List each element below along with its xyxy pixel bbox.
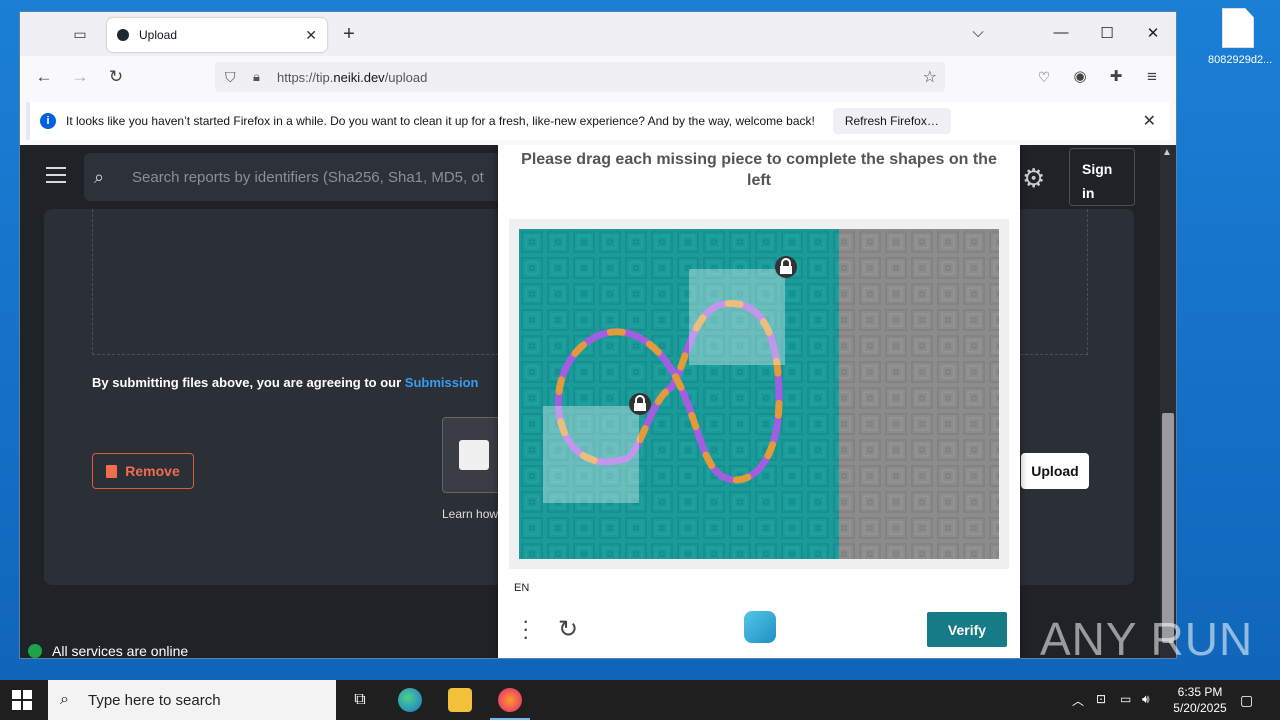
captcha-frame (509, 219, 1009, 569)
gear-icon[interactable]: ⚙ (1022, 163, 1045, 194)
verify-button[interactable]: Verify (927, 612, 1007, 647)
video-thumbnail[interactable] (442, 417, 502, 493)
language-selector[interactable]: EN (514, 582, 529, 594)
hamburger-menu-icon[interactable] (46, 167, 66, 188)
submission-link[interactable]: Submission (405, 375, 479, 390)
forward-icon[interactable]: → (69, 66, 91, 88)
captcha-puzzle-image[interactable] (519, 229, 999, 559)
new-tab-icon[interactable]: + (339, 23, 359, 45)
puzzle-teal-area (519, 229, 839, 559)
back-icon[interactable]: ← (33, 66, 55, 88)
tab-list-icon[interactable]: ▭ (70, 24, 90, 44)
page-scrollbar[interactable]: ▲ (1160, 145, 1176, 658)
close-notification-icon[interactable]: ✕ (1143, 111, 1156, 131)
watermark: ANY RUN (1040, 613, 1254, 665)
puzzle-gray-area (839, 229, 999, 559)
desktop-file[interactable]: 8082929d2... (1208, 8, 1273, 66)
taskbar-search-input[interactable]: ⌕ Type here to search (48, 680, 336, 720)
browser-window: ▭ Upload ✕ + ⌵ — ☐ ✕ ← → ↻ ⛉ 🔒︎ https://… (20, 12, 1176, 658)
task-view-icon[interactable]: ⧉ (348, 688, 372, 712)
taskbar: ⌕ Type here to search ⧉ ︿ ⊡ ▭ 🔊︎ 6:35 PM… (0, 680, 1280, 720)
file-explorer-icon[interactable] (448, 688, 472, 712)
upload-button[interactable]: Upload (1021, 453, 1089, 489)
report-search-input[interactable]: ⌕ Search reports by identifiers (Sha256,… (84, 153, 524, 201)
lock-icon[interactable]: 🔒︎ (253, 69, 267, 85)
notifications-icon[interactable]: ▢ (1240, 692, 1253, 709)
info-icon: i (40, 113, 56, 129)
missing-piece-slot-1 (689, 269, 785, 365)
terms-text: By submitting files above, you are agree… (92, 375, 479, 390)
shield-icon[interactable]: ⛉ (225, 69, 241, 86)
close-window-icon[interactable]: ✕ (1143, 24, 1163, 44)
desktop-file-label: 8082929d2... (1208, 54, 1273, 66)
extensions-icon[interactable]: ✚ (1105, 66, 1127, 88)
volume-icon[interactable]: 🔊︎ (1142, 692, 1150, 707)
network-icon[interactable]: ▭ (1120, 692, 1131, 706)
url-text[interactable]: https://tip.neiki.dev/upload (277, 70, 427, 85)
show-hidden-icons-icon[interactable]: ︿ (1072, 692, 1084, 709)
menu-icon[interactable]: ≡ (1141, 66, 1163, 88)
search-icon: ⌕ (60, 691, 69, 708)
tab-title: Upload (139, 28, 178, 42)
status-ok-icon (28, 644, 42, 658)
scrollbar-thumb[interactable] (1162, 413, 1174, 643)
network-status-icon[interactable]: ⊡ (1096, 692, 1106, 706)
tab-dropdown-icon[interactable]: ⌵ (968, 24, 988, 44)
more-options-icon[interactable]: · · · (522, 610, 529, 648)
maximize-icon[interactable]: ☐ (1097, 24, 1117, 44)
lock-icon (775, 256, 797, 278)
missing-piece-slot-2 (543, 406, 639, 503)
firefox-icon[interactable] (490, 688, 530, 720)
tab-upload[interactable]: Upload ✕ (107, 18, 327, 52)
refresh-challenge-icon[interactable]: ↻ (558, 615, 578, 644)
minimize-icon[interactable]: — (1051, 24, 1071, 44)
close-tab-icon[interactable]: ✕ (305, 27, 317, 44)
captcha-logo-icon (744, 611, 776, 643)
reload-icon[interactable]: ↻ (105, 66, 127, 88)
url-bar[interactable]: ⛉ 🔒︎ https://tip.neiki.dev/upload ☆ (215, 62, 945, 92)
remove-button[interactable]: Remove (92, 453, 194, 489)
pocket-icon[interactable]: ♡ (1033, 66, 1055, 88)
system-clock[interactable]: 6:35 PM 5/20/2025 (1160, 684, 1240, 716)
refresh-firefox-button[interactable]: Refresh Firefox… (832, 108, 951, 134)
notification-bar: i It looks like you haven’t started Fire… (26, 102, 1170, 140)
search-placeholder: Search reports by identifiers (Sha256, S… (132, 168, 484, 186)
tab-bar: ▭ Upload ✕ + ⌵ — ☐ ✕ (20, 12, 1176, 56)
captcha-title: Please drag each missing piece to comple… (521, 151, 997, 189)
edge-icon[interactable] (398, 688, 422, 712)
windows-start-icon[interactable] (12, 690, 32, 710)
site-favicon-icon (117, 29, 129, 41)
scroll-up-icon[interactable]: ▲ (1162, 147, 1172, 158)
lock-icon (629, 393, 651, 415)
captcha-dialog: Please drag each missing piece to comple… (498, 145, 1020, 658)
notification-message: It looks like you haven’t started Firefo… (66, 114, 815, 128)
trash-icon (106, 464, 118, 478)
bookmark-star-icon[interactable]: ☆ (923, 67, 937, 87)
search-icon: ⌕ (94, 166, 105, 187)
nav-bar: ← → ↻ ⛉ 🔒︎ https://tip.neiki.dev/upload … (20, 56, 1176, 98)
account-icon[interactable]: ◉ (1069, 66, 1091, 88)
page-content: ⌕ Search reports by identifiers (Sha256,… (20, 145, 1160, 658)
sign-in-button[interactable]: Sign in (1069, 148, 1135, 206)
service-status: All services are online (28, 643, 188, 658)
learn-how-link[interactable]: Learn how (442, 507, 498, 521)
file-icon (1222, 8, 1254, 48)
